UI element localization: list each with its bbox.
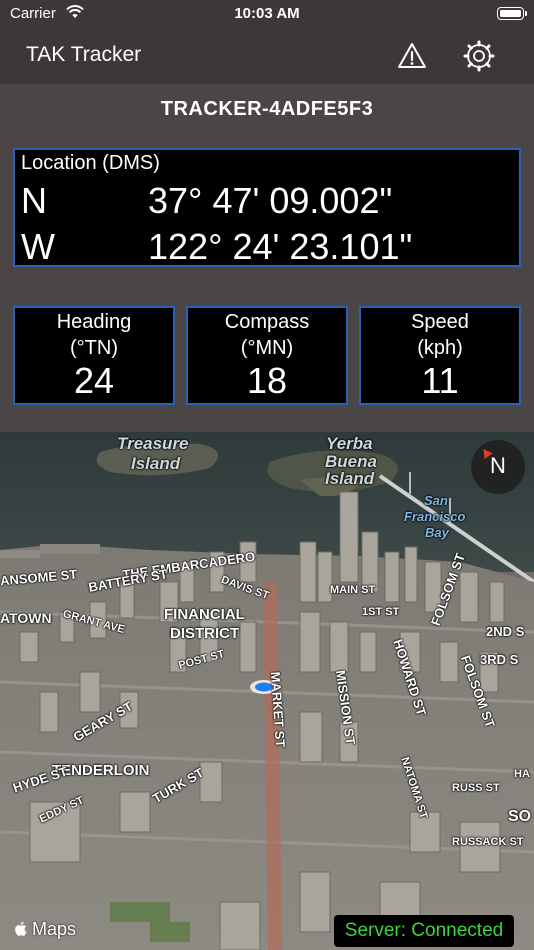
map-label-3rd: 3RD S: [480, 652, 519, 667]
latitude-hemisphere: N: [21, 180, 47, 221]
gear-icon[interactable]: [463, 40, 495, 72]
warning-triangle-icon[interactable]: [396, 40, 428, 72]
map-label-russack: RUSSACK ST: [452, 836, 524, 848]
map-label-district: DISTRICT: [170, 625, 240, 642]
longitude-hemisphere: W: [21, 226, 55, 267]
compass-unit: (°MN): [240, 337, 294, 359]
map-label-bay: Bay: [425, 525, 449, 540]
location-title: Location (DMS): [21, 152, 160, 174]
speed-panel: Speed (kph) 11: [359, 306, 521, 405]
map-label-financial: FINANCIAL: [164, 606, 245, 623]
apple-logo-icon: [14, 919, 32, 939]
heading-value: 24: [73, 360, 115, 401]
map-label-ha: HA: [514, 768, 530, 780]
map-label-main: MAIN ST: [330, 584, 376, 596]
speed-unit: (kph): [417, 337, 463, 359]
map-label-san: San: [424, 493, 448, 508]
map-label-first: 1ST ST: [362, 606, 400, 618]
compass-label: Compass: [224, 311, 310, 333]
location-panel: Location (DMS) N 37° 47' 09.002" W 122° …: [13, 148, 521, 267]
maps-label: Maps: [32, 919, 77, 939]
battery-icon: [497, 7, 527, 20]
compass-panel: Compass (°MN) 18: [186, 306, 348, 405]
clock: 10:03 AM: [234, 5, 300, 22]
longitude-value: 122° 24' 23.101": [148, 226, 413, 267]
compass-north-label: N: [490, 453, 506, 478]
map-label-island-2: Island: [325, 469, 375, 488]
map-label-2nd: 2ND S: [486, 624, 525, 639]
map-label-russ: RUSS ST: [452, 782, 500, 794]
maps-attribution[interactable]: Maps: [14, 919, 76, 940]
speed-value: 11: [421, 360, 459, 401]
latitude-value: 37° 47' 09.002": [148, 180, 393, 221]
map-label-francisco: Francisco: [404, 509, 466, 524]
heading-panel: Heading (°TN) 24: [13, 306, 175, 405]
tracker-id: TRACKER-4ADFE5F3: [160, 98, 374, 120]
map-label-treasure: Treasure: [117, 434, 189, 453]
map-label-soma: SO: [508, 808, 532, 825]
map-compass-button[interactable]: N: [471, 440, 525, 494]
app-title: TAK Tracker: [26, 43, 142, 66]
map-label-island: Island: [131, 454, 181, 473]
map-view[interactable]: Treasure Island Yerba Buena Island San F…: [0, 432, 534, 950]
heading-label: Heading: [56, 311, 132, 333]
map-label-chinatown: ATOWN: [0, 610, 52, 626]
server-status: Server: Connected: [334, 915, 514, 947]
status-bar: Carrier 10:03 AM: [0, 0, 534, 28]
compass-value: 18: [246, 360, 288, 401]
map-label-yerba: Yerba: [326, 434, 373, 453]
heading-unit: (°TN): [70, 337, 118, 359]
speed-label: Speed: [411, 311, 469, 333]
navigation-bar: TAK Tracker: [0, 28, 534, 84]
